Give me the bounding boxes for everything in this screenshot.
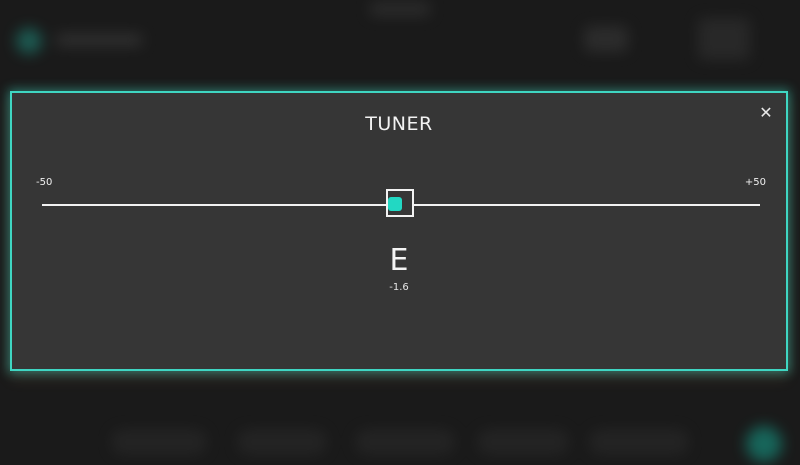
app-window: TUNER ✕ -50 +50 E -1.6 — [0, 0, 800, 465]
close-icon: ✕ — [759, 103, 773, 122]
background-bottom-button — [356, 430, 454, 454]
background-bottom-button — [590, 430, 688, 454]
background-logo-icon — [16, 28, 42, 54]
background-toolbar-button — [584, 26, 628, 52]
cents-offset: -1.6 — [389, 282, 409, 293]
dialog-title: TUNER — [365, 113, 433, 135]
background-toolbar-button — [698, 18, 750, 60]
tuner-dialog: TUNER ✕ -50 +50 E -1.6 — [10, 91, 788, 371]
scale-min-label: -50 — [36, 177, 53, 188]
background-bottom-button — [478, 430, 568, 454]
detected-note: E — [389, 243, 409, 278]
scale-max-label: +50 — [744, 177, 766, 188]
background-bottom-button — [112, 430, 206, 454]
pitch-indicator — [388, 197, 403, 211]
background-title-bar — [370, 2, 430, 16]
background-logo-text — [56, 34, 142, 46]
background-bottom-button — [238, 430, 326, 454]
close-button[interactable]: ✕ — [756, 103, 776, 123]
background-action-button — [746, 426, 782, 462]
